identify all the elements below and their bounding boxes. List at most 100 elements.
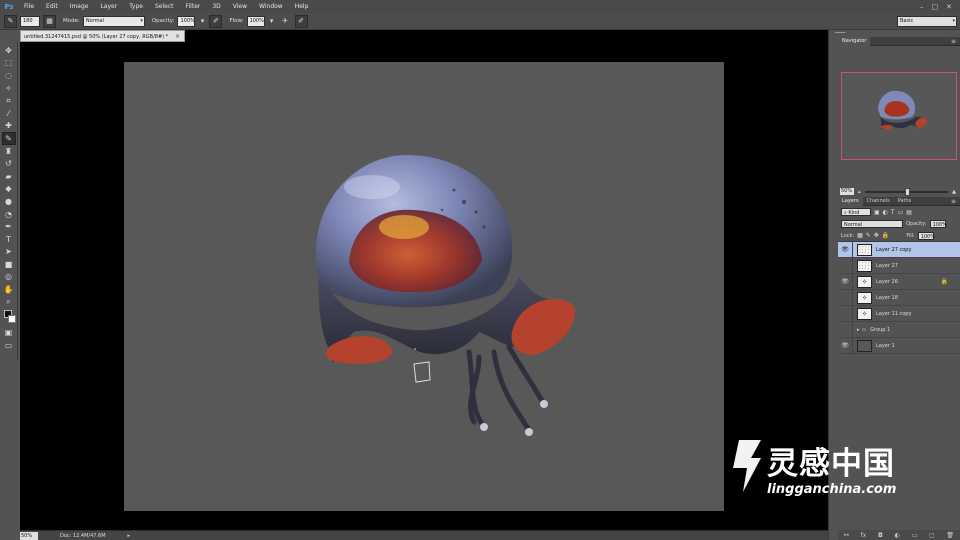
type-tool-icon[interactable]: T	[2, 233, 16, 246]
tab-paths[interactable]: Paths	[894, 197, 916, 206]
brush-tool-icon[interactable]: ✎	[1, 132, 16, 145]
quick-mask-icon[interactable]: ▣	[2, 326, 16, 339]
visibility-eye-icon[interactable]	[838, 257, 853, 274]
new-layer-icon[interactable]: ▢	[929, 532, 935, 539]
brush-size-picker[interactable]: 180	[20, 15, 40, 27]
tab-channels[interactable]: Channels	[863, 197, 894, 206]
visibility-eye-icon[interactable]	[838, 321, 853, 338]
workspace-select[interactable]: Basic ▾	[897, 16, 957, 27]
hand-tool-icon[interactable]: ✋	[2, 283, 16, 296]
airbrush-icon[interactable]: ✈	[278, 14, 292, 28]
visibility-eye-icon[interactable]: 👁	[838, 241, 853, 258]
status-menu-arrow-icon[interactable]: ▸	[128, 533, 131, 539]
trash-icon[interactable]: 🗑	[946, 532, 954, 539]
menu-type[interactable]: Type	[123, 0, 149, 13]
layer-row[interactable]: 👁 Layer 1	[838, 337, 960, 354]
visibility-eye-icon[interactable]	[838, 289, 853, 306]
filter-type-icon[interactable]: T	[891, 209, 895, 216]
lock-transparency-icon[interactable]: ▦	[857, 232, 863, 239]
fill-field[interactable]: 100%	[917, 231, 935, 240]
layer-row[interactable]: ▸ ▭ Group 1	[838, 321, 960, 338]
filter-pixel-icon[interactable]: ▣	[874, 209, 880, 216]
menu-file[interactable]: File	[18, 0, 40, 13]
panel-menu-icon[interactable]: ≡	[951, 38, 960, 45]
dodge-tool-icon[interactable]: ◔	[2, 208, 16, 221]
pen-tool-icon[interactable]: ✒	[2, 220, 16, 233]
tab-layers[interactable]: Layers	[838, 196, 863, 206]
blend-mode-select[interactable]: Normal	[841, 220, 903, 228]
expand-arrow-icon[interactable]: ▸	[857, 327, 860, 333]
path-selection-tool-icon[interactable]: ➤	[2, 246, 16, 259]
menu-window[interactable]: Window	[253, 0, 289, 13]
navigator-zoom-slider[interactable]	[864, 187, 949, 196]
menu-filter[interactable]: Filter	[180, 0, 207, 13]
healing-brush-tool-icon[interactable]: ✚	[2, 120, 16, 133]
filter-smart-icon[interactable]: ▤	[906, 209, 912, 216]
visibility-eye-icon[interactable]: 👁	[838, 273, 853, 290]
zoom-level-field[interactable]: 50%	[20, 531, 38, 540]
document-tab[interactable]: untitled.31247415.psd @ 50% (Layer 27 co…	[20, 30, 185, 42]
brush-tool-preset-icon[interactable]: ✎	[4, 14, 17, 28]
eyedropper-tool-icon[interactable]: ⁄	[2, 107, 16, 120]
zoom-in-icon[interactable]: ▲	[952, 189, 960, 195]
opacity-field[interactable]: 100%	[177, 15, 196, 27]
minimize-button[interactable]: –	[920, 3, 924, 11]
crop-tool-icon[interactable]: ⌗	[2, 94, 16, 107]
fx-icon[interactable]: fx	[861, 532, 867, 539]
menu-3d[interactable]: 3D	[206, 0, 226, 13]
navigator-preview[interactable]	[841, 72, 957, 160]
brush-panel-toggle-icon[interactable]: ▦	[43, 14, 56, 28]
adjustment-layer-icon[interactable]: ◐	[895, 532, 900, 539]
flow-dropdown-icon[interactable]: ▾	[267, 14, 276, 28]
3d-rotate-tool-icon[interactable]: ◎	[2, 271, 16, 284]
add-mask-icon[interactable]: ◘	[878, 532, 883, 539]
shape-tool-icon[interactable]: ■	[2, 258, 16, 271]
pressure-opacity-icon[interactable]: ✐	[209, 14, 223, 28]
screen-mode-icon[interactable]: ▭	[2, 339, 16, 352]
layer-row[interactable]: Layer 27	[838, 257, 960, 274]
kind-filter-select[interactable]: ⌕ Kind	[841, 208, 871, 216]
paint-bucket-tool-icon[interactable]: ◆	[2, 183, 16, 196]
color-swatches-icon[interactable]	[2, 308, 16, 326]
panel-menu-icon[interactable]: ≡	[951, 198, 960, 205]
lock-all-icon[interactable]: 🔒	[882, 232, 889, 239]
pressure-size-icon[interactable]: ✐	[294, 14, 308, 28]
quick-select-tool-icon[interactable]: ✧	[2, 82, 16, 95]
opacity-dropdown-icon[interactable]: ▾	[198, 14, 207, 28]
zoom-out-icon[interactable]: ▴	[858, 189, 861, 195]
lock-position-icon[interactable]: ✥	[874, 232, 879, 239]
navigator-zoom-field[interactable]: 50%	[840, 188, 854, 195]
new-group-icon[interactable]: ▭	[912, 532, 918, 539]
filter-adjustment-icon[interactable]: ◐	[883, 209, 888, 216]
layer-row[interactable]: ✧ Layer 18	[838, 289, 960, 306]
layer-row[interactable]: ✧ Layer 11 copy	[838, 305, 960, 322]
layer-opacity-field[interactable]: 100%	[929, 220, 947, 228]
menu-select[interactable]: Select	[149, 0, 180, 13]
marquee-tool-icon[interactable]: ⬚	[2, 57, 16, 70]
close-button[interactable]: ✕	[946, 3, 952, 11]
lock-pixels-icon[interactable]: ✎	[866, 232, 871, 239]
visibility-eye-icon[interactable]: 👁	[838, 337, 853, 354]
mode-select[interactable]: Normal ▾	[82, 15, 145, 27]
menu-edit[interactable]: Edit	[40, 0, 64, 13]
menu-view[interactable]: View	[227, 0, 253, 13]
link-layers-icon[interactable]: ⚯	[844, 532, 849, 539]
artboard-canvas[interactable]	[124, 62, 724, 511]
blur-tool-icon[interactable]: ●	[2, 195, 16, 208]
menu-layer[interactable]: Layer	[94, 0, 123, 13]
close-icon[interactable]: ×	[175, 31, 180, 43]
layer-row[interactable]: 👁 ✧ Layer 26 🔒	[838, 273, 960, 290]
menu-image[interactable]: Image	[64, 0, 95, 13]
layer-row[interactable]: 👁 Layer 27 copy	[838, 241, 960, 258]
filter-shape-icon[interactable]: ▭	[898, 209, 904, 216]
history-brush-tool-icon[interactable]: ↺	[2, 157, 16, 170]
flow-field[interactable]: 100%	[246, 15, 265, 27]
slider-handle[interactable]	[904, 187, 910, 196]
zoom-tool-icon[interactable]: ⌕	[2, 296, 16, 309]
visibility-eye-icon[interactable]	[838, 305, 853, 322]
tab-navigator[interactable]: Navigator	[838, 36, 871, 46]
maximize-button[interactable]: □	[932, 3, 939, 11]
move-tool-icon[interactable]: ✥	[2, 44, 16, 57]
lasso-tool-icon[interactable]: ◌	[2, 69, 16, 82]
eraser-tool-icon[interactable]: ▰	[2, 170, 16, 183]
